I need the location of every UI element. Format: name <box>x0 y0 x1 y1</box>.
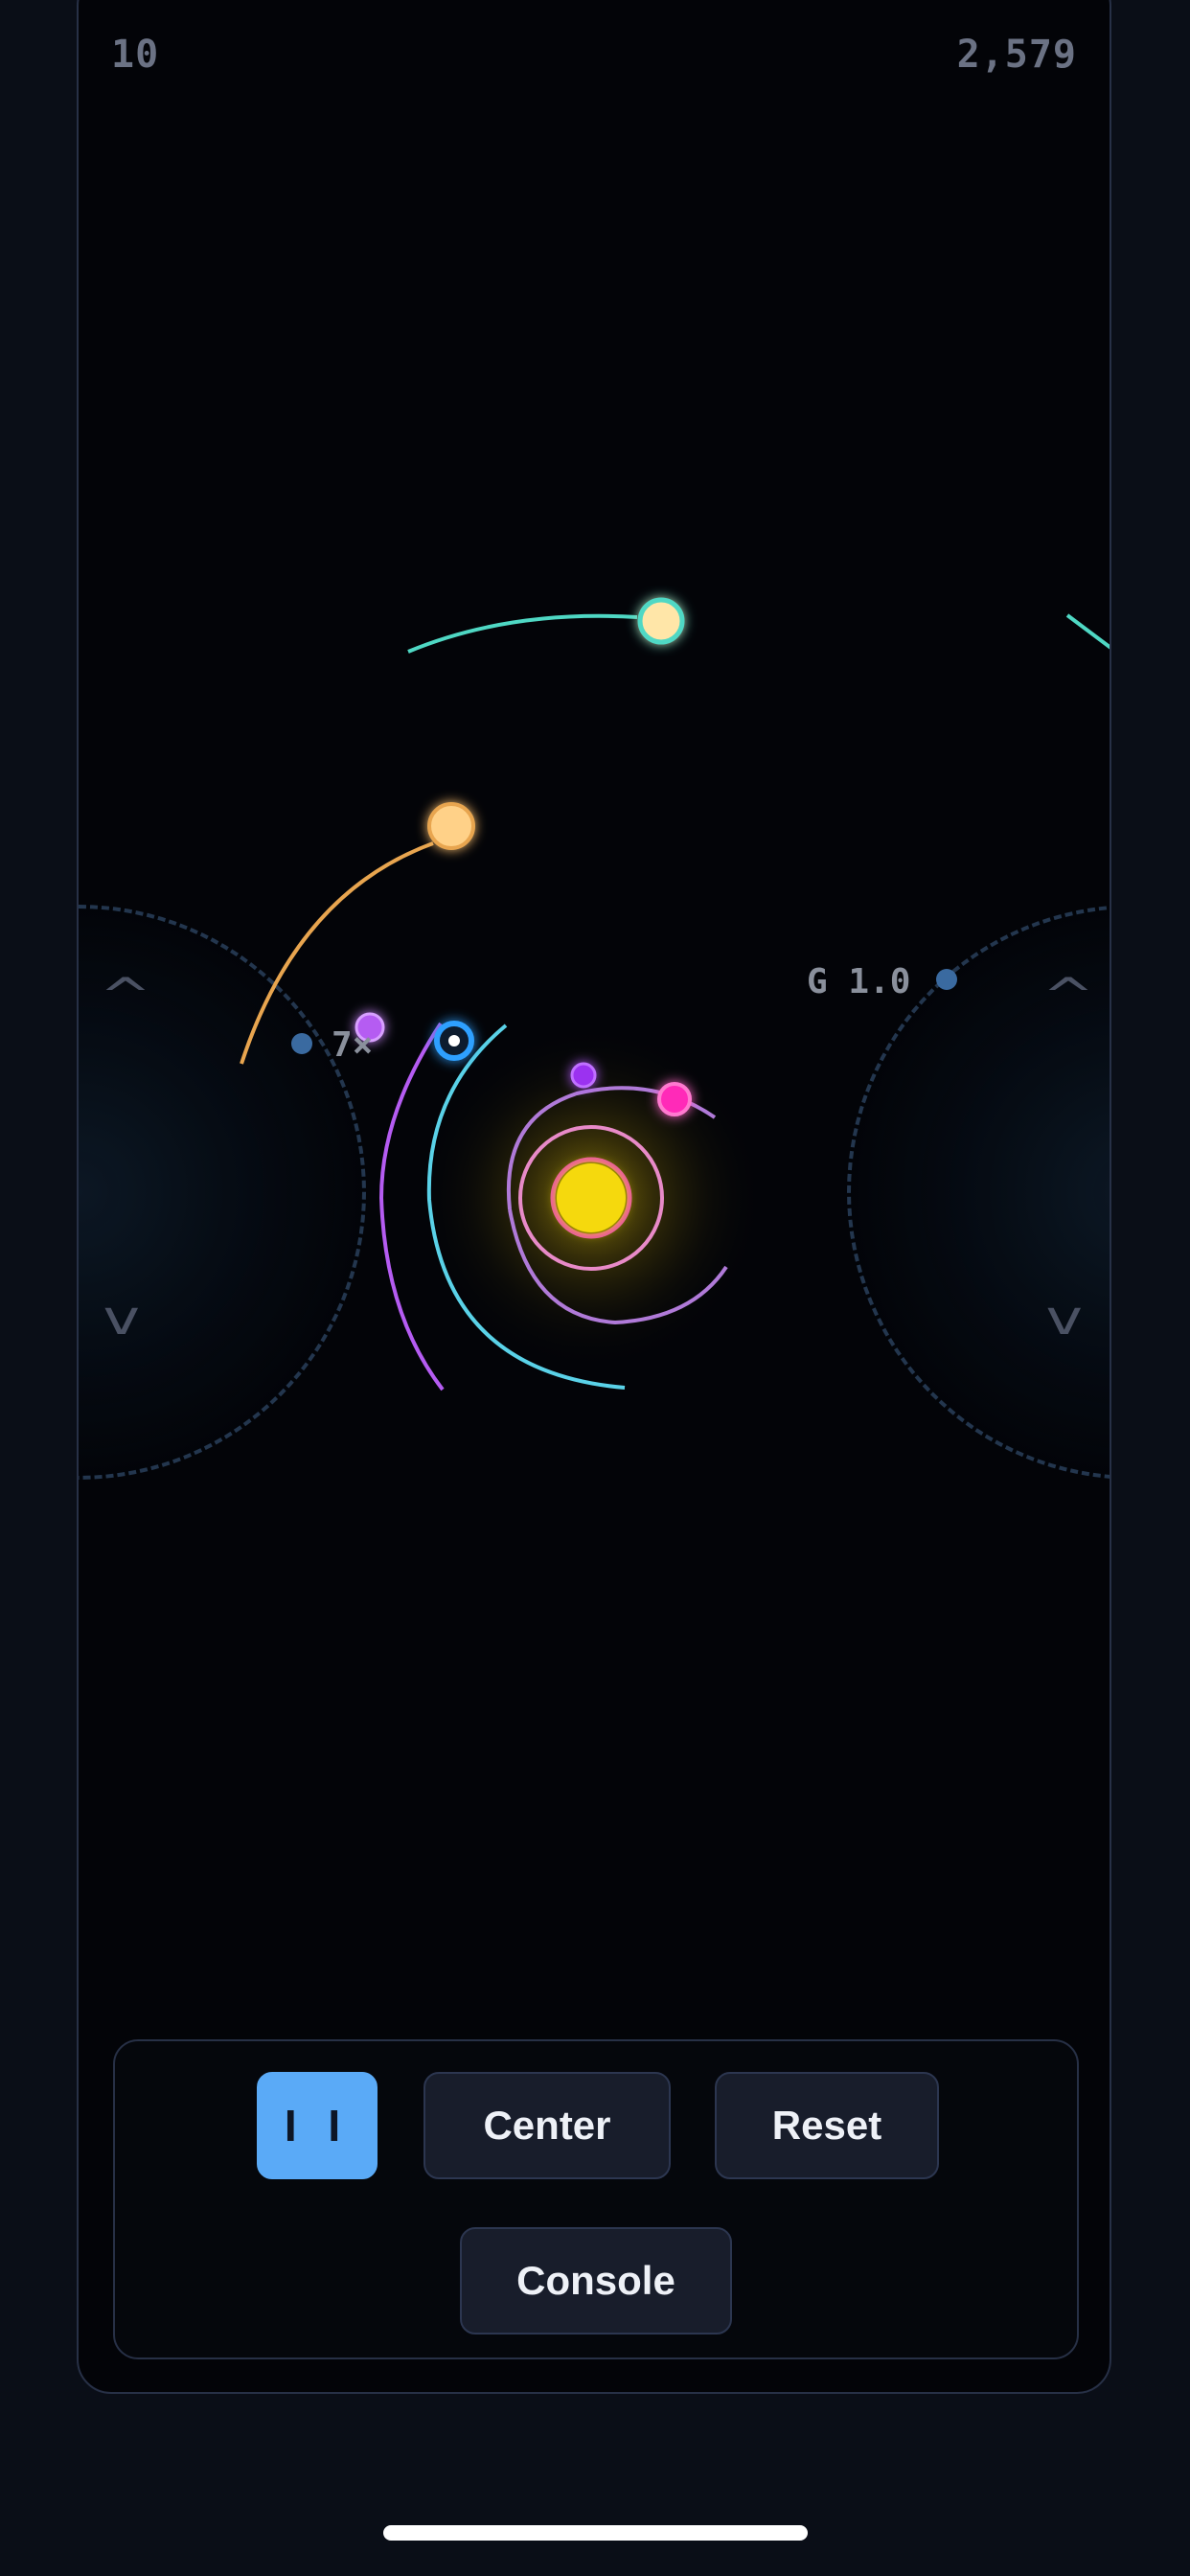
blue-planet-core <box>448 1035 460 1046</box>
orbit-field <box>240 597 1110 1392</box>
console-button[interactable]: Console <box>460 2227 732 2334</box>
control-panel: I I Center Reset Console <box>113 2039 1079 2359</box>
home-indicator[interactable] <box>383 2525 808 2541</box>
teal-planet <box>637 597 685 645</box>
device-frame: 10 2,579 ^ v ^ v 7× G 1.0 I I Center Res… <box>77 0 1111 2394</box>
simulation-canvas[interactable]: ^ v ^ v 7× G 1.0 <box>79 0 1110 1986</box>
gravity-label: G 1.0 <box>807 962 911 1001</box>
speed-marker-icon[interactable] <box>291 1033 312 1054</box>
magenta-planet <box>657 1082 692 1116</box>
sun <box>557 1163 626 1232</box>
reset-button[interactable]: Reset <box>715 2072 939 2179</box>
teal-trail-offscreen <box>1065 613 1110 650</box>
violet-moon <box>570 1062 597 1089</box>
teal-trail <box>407 613 638 654</box>
center-button[interactable]: Center <box>423 2072 671 2179</box>
speed-label: 7× <box>332 1025 374 1065</box>
pause-button[interactable]: I I <box>257 2072 378 2179</box>
orange-planet <box>427 802 475 850</box>
gravity-marker-icon[interactable] <box>936 969 957 990</box>
